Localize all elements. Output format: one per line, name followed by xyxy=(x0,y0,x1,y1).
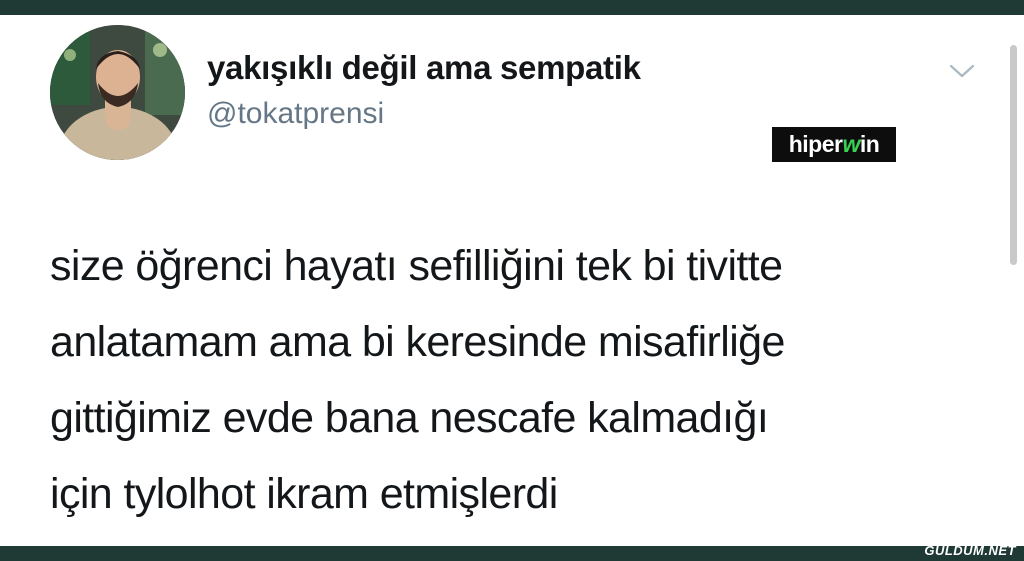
tweet-text-line: gittiğimiz evde bana nescafe kalmadığı xyxy=(50,394,769,442)
scrollbar[interactable] xyxy=(1010,45,1017,265)
site-watermark: GULDUM.NET xyxy=(924,543,1016,558)
tweet-card: yakışıklı değil ama sempatik @tokatprens… xyxy=(0,15,1024,546)
logo-text-part2: w xyxy=(842,131,860,157)
chevron-down-icon[interactable] xyxy=(946,59,978,83)
hiperwin-logo: hiper w in xyxy=(772,127,896,162)
tweet-text: size öğrenci hayatı sefilliğini tek bi t… xyxy=(50,228,990,532)
logo-text-part1: hiper xyxy=(788,131,843,157)
screenshot-frame: yakışıklı değil ama sempatik @tokatprens… xyxy=(0,0,1024,561)
author-handle[interactable]: @tokatprensi xyxy=(207,97,384,131)
avatar-photo xyxy=(50,25,185,160)
author-display-name[interactable]: yakışıklı değil ama sempatik xyxy=(207,49,641,87)
logo-text-part3: in xyxy=(859,131,880,157)
tweet-text-line: anlatamam ama bi keresinde misafirliğe xyxy=(50,318,785,366)
avatar[interactable] xyxy=(50,25,185,160)
tweet-text-line: size öğrenci hayatı sefilliğini tek bi t… xyxy=(50,242,783,290)
tweet-text-line: için tylolhot ikram etmişlerdi xyxy=(50,470,558,518)
